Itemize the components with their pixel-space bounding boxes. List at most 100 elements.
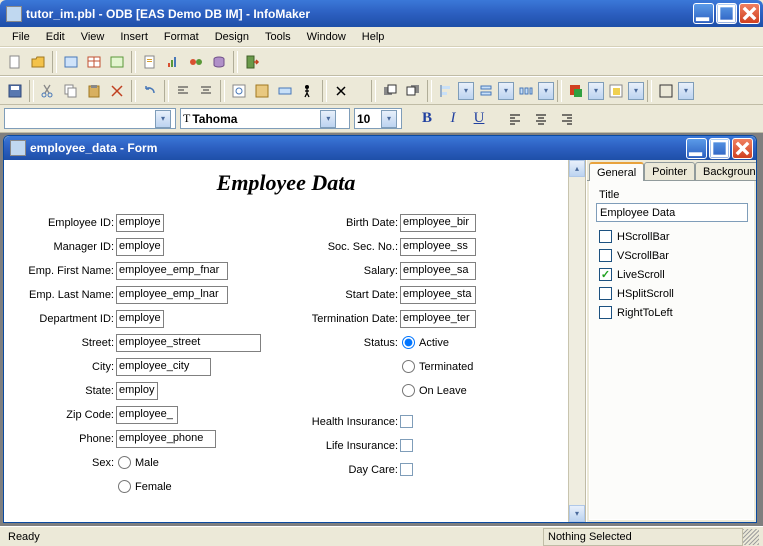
fg-dd-icon[interactable]: ▾ — [588, 82, 604, 100]
field-emp-first-name[interactable]: employee_emp_fnar — [116, 262, 228, 280]
size-width-icon[interactable] — [475, 80, 497, 102]
checkbox-life-ins[interactable] — [400, 439, 413, 452]
radio-active[interactable]: Active — [400, 336, 449, 349]
pipeline-icon[interactable] — [185, 51, 207, 73]
maximize-button[interactable] — [716, 3, 737, 24]
field-phone[interactable]: employee_phone — [116, 430, 216, 448]
check-righttoleft[interactable]: RightToLeft — [599, 304, 747, 321]
font-size-combo[interactable] — [357, 110, 381, 127]
form-icon[interactable] — [60, 51, 82, 73]
child-close-button[interactable] — [732, 138, 753, 159]
align-dd-icon[interactable]: ▾ — [458, 82, 474, 100]
align-center-icon[interactable] — [195, 80, 217, 102]
check-hsplitscroll[interactable]: HSplitScroll — [599, 285, 747, 302]
space-dd-icon[interactable]: ▾ — [538, 82, 554, 100]
align-edges-left-icon[interactable] — [435, 80, 457, 102]
copy-icon[interactable] — [60, 80, 82, 102]
border-dd-icon[interactable]: ▾ — [678, 82, 694, 100]
cut-icon[interactable] — [37, 80, 59, 102]
tab-background[interactable]: Background — [695, 162, 756, 180]
minimize-button[interactable] — [693, 3, 714, 24]
style-dd-icon[interactable]: ▾ — [155, 110, 171, 128]
open-icon[interactable] — [27, 51, 49, 73]
menu-window[interactable]: Window — [299, 29, 354, 45]
child-minimize-button[interactable] — [686, 138, 707, 159]
menu-insert[interactable]: Insert — [112, 29, 156, 45]
field-street[interactable]: employee_street — [116, 334, 261, 352]
bring-front-icon[interactable] — [379, 80, 401, 102]
save-icon[interactable] — [4, 80, 26, 102]
resize-grip-icon[interactable] — [743, 529, 759, 545]
checkbox-day-care[interactable] — [400, 463, 413, 476]
prop-title-input[interactable] — [596, 203, 748, 222]
new-icon[interactable] — [4, 51, 26, 73]
delete-icon[interactable] — [106, 80, 128, 102]
tab-pointer[interactable]: Pointer — [644, 162, 695, 180]
paste-icon[interactable] — [83, 80, 105, 102]
menu-format[interactable]: Format — [156, 29, 207, 45]
child-maximize-button[interactable] — [709, 138, 730, 159]
bold-button[interactable]: B — [416, 108, 438, 130]
report-icon[interactable] — [139, 51, 161, 73]
scroll-down-icon[interactable]: ▾ — [569, 505, 585, 522]
check-livescroll[interactable]: ✓LiveScroll — [599, 266, 747, 283]
size-dd-icon[interactable]: ▾ — [381, 110, 397, 128]
foreground-color-icon[interactable] — [565, 80, 587, 102]
border-icon[interactable] — [655, 80, 677, 102]
field-emp-last-name[interactable]: employee_emp_lnar — [116, 286, 228, 304]
font-dd-icon[interactable]: ▾ — [320, 110, 336, 128]
clear-icon[interactable] — [330, 80, 352, 102]
form-scrollbar[interactable]: ▴ ▾ — [568, 160, 585, 522]
graph-icon[interactable] — [162, 51, 184, 73]
field-employee-id[interactable]: employe — [116, 214, 164, 232]
scroll-up-icon[interactable]: ▴ — [569, 160, 585, 177]
field-city[interactable]: employee_city — [116, 358, 211, 376]
field-zip-code[interactable]: employee_ — [116, 406, 178, 424]
style-combo[interactable] — [7, 110, 155, 127]
grid-icon[interactable] — [251, 80, 273, 102]
menu-edit[interactable]: Edit — [38, 29, 73, 45]
field-department-id[interactable]: employe — [116, 310, 164, 328]
radio-onleave[interactable]: On Leave — [400, 384, 467, 397]
menu-design[interactable]: Design — [207, 29, 257, 45]
run-icon[interactable] — [297, 80, 319, 102]
send-back-icon[interactable] — [402, 80, 424, 102]
menu-tools[interactable]: Tools — [257, 29, 299, 45]
field-birth-date[interactable]: employee_bir — [400, 214, 476, 232]
size-dd-icon[interactable]: ▾ — [498, 82, 514, 100]
check-vscrollbar[interactable]: VScrollBar — [599, 247, 747, 264]
field-term-date[interactable]: employee_ter — [400, 310, 476, 328]
italic-button[interactable]: I — [442, 108, 464, 130]
checkbox-health-ins[interactable] — [400, 415, 413, 428]
font-name-combo[interactable] — [192, 110, 320, 127]
menu-view[interactable]: View — [73, 29, 113, 45]
radio-female[interactable]: Female — [116, 480, 172, 493]
tab-general[interactable]: General — [589, 162, 644, 181]
ruler-icon[interactable] — [274, 80, 296, 102]
menu-file[interactable]: File — [4, 29, 38, 45]
align-left-icon[interactable] — [172, 80, 194, 102]
field-ssn[interactable]: employee_ss — [400, 238, 476, 256]
query-icon[interactable] — [106, 51, 128, 73]
preview-icon[interactable] — [228, 80, 250, 102]
field-state[interactable]: employ — [116, 382, 158, 400]
table-icon[interactable] — [83, 51, 105, 73]
justify-center-icon[interactable] — [530, 108, 552, 130]
check-hscrollbar[interactable]: HScrollBar — [599, 228, 747, 245]
background-color-icon[interactable] — [605, 80, 627, 102]
radio-male[interactable]: Male — [116, 456, 159, 469]
exit-icon[interactable] — [241, 51, 263, 73]
bg-dd-icon[interactable]: ▾ — [628, 82, 644, 100]
form-canvas[interactable]: Employee Data Employee ID:employe Manage… — [4, 160, 568, 522]
undo-icon[interactable] — [139, 80, 161, 102]
justify-left-icon[interactable] — [504, 108, 526, 130]
space-horiz-icon[interactable] — [515, 80, 537, 102]
field-start-date[interactable]: employee_sta — [400, 286, 476, 304]
field-manager-id[interactable]: employe — [116, 238, 164, 256]
underline-button[interactable]: U — [468, 108, 490, 130]
justify-right-icon[interactable] — [556, 108, 578, 130]
field-salary[interactable]: employee_sa — [400, 262, 476, 280]
database-icon[interactable] — [208, 51, 230, 73]
close-button[interactable] — [739, 3, 760, 24]
menu-help[interactable]: Help — [354, 29, 393, 45]
